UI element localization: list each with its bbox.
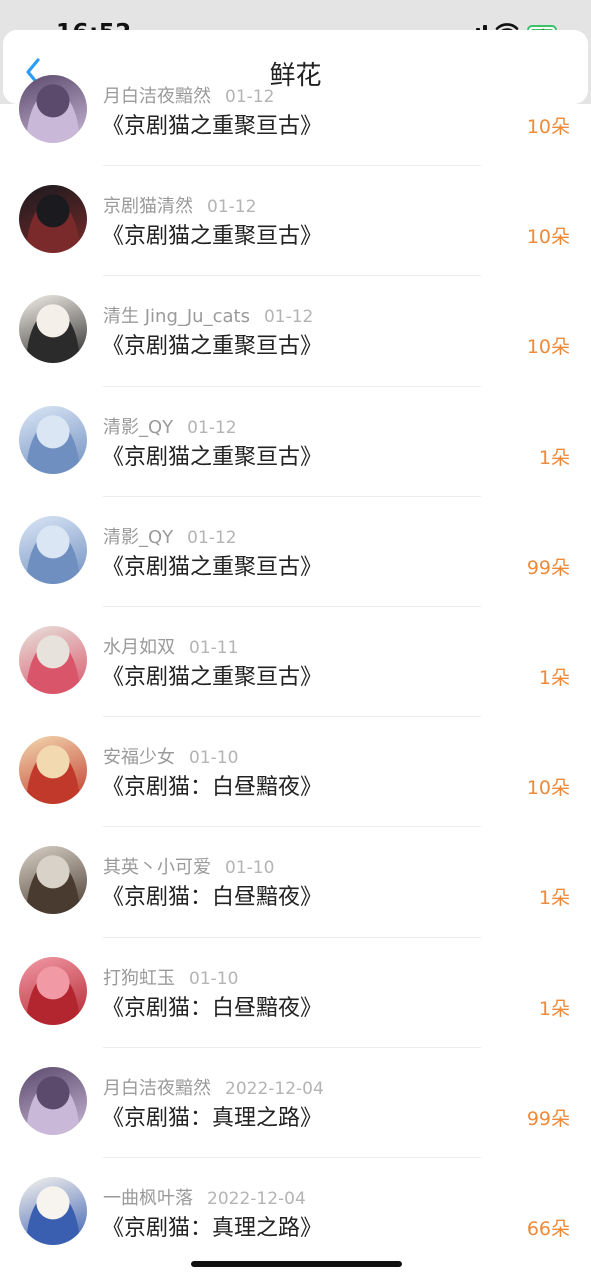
- gift-meta: 安福少女 01-10: [103, 743, 238, 769]
- gift-row[interactable]: 月白洁夜黯然 01-12 《京剧猫之重聚亘古》 10朵: [0, 75, 591, 165]
- flower-count: 10朵: [526, 226, 570, 249]
- gift-date: 2022-12-04: [225, 1078, 324, 1099]
- user-avatar[interactable]: [19, 1066, 87, 1135]
- gift-row[interactable]: 清影_QY 01-12 《京剧猫之重聚亘古》 99朵: [0, 495, 591, 606]
- sender-name[interactable]: 打狗虹玉: [103, 968, 175, 989]
- gift-date: 01-12: [263, 307, 314, 328]
- user-avatar[interactable]: [19, 1177, 87, 1245]
- flower-count: 10朵: [526, 116, 570, 138]
- user-avatar[interactable]: [19, 75, 87, 143]
- gift-row[interactable]: 安福少女 01-10 《京剧猫：白昼黯夜》 10朵: [0, 716, 591, 826]
- gift-date: 01-10: [189, 968, 239, 989]
- flower-count: 99朵: [526, 556, 570, 579]
- gift-date: 01-12: [187, 527, 237, 548]
- user-avatar[interactable]: [19, 736, 87, 805]
- sender-name[interactable]: 一曲枫叶落: [103, 1188, 193, 1209]
- show-title: 《京剧猫：白昼黯夜》: [102, 885, 323, 911]
- gift-date: 01-10: [225, 858, 275, 879]
- flower-count: 1朵: [538, 446, 570, 469]
- gift-row[interactable]: 水月如双 01-11 《京剧猫之重聚亘古》 1朵: [0, 606, 591, 716]
- gift-meta: 清影_QY 01-12: [103, 413, 237, 439]
- flower-count: 10朵: [526, 336, 570, 359]
- gift-row[interactable]: 清影_QY 01-12 《京剧猫之重聚亘古》 1朵: [0, 385, 591, 496]
- gift-meta: 水月如双 01-11: [103, 633, 238, 659]
- gift-meta: 一曲枫叶落 2022-12-04: [103, 1184, 306, 1210]
- gift-date: 01-12: [207, 197, 257, 218]
- row-divider: [103, 826, 481, 828]
- sender-name[interactable]: 水月如双: [103, 637, 175, 658]
- gift-date: 01-10: [189, 748, 239, 769]
- gift-row[interactable]: 其英丶小可爱 01-10 《京剧猫：白昼黯夜》 1朵: [0, 826, 591, 936]
- sender-name[interactable]: 其英丶小可爱: [103, 857, 211, 878]
- row-divider: [103, 1157, 481, 1158]
- gift-meta: 其英丶小可爱 01-10: [103, 853, 274, 879]
- user-avatar[interactable]: [19, 846, 87, 915]
- row-divider: [103, 606, 481, 607]
- show-title: 《京剧猫之重聚亘古》: [102, 114, 323, 139]
- gift-date: 01-12: [187, 417, 237, 438]
- gift-meta: 清生 Jing_Ju_cats 01-12: [103, 302, 313, 328]
- row-divider: [103, 936, 481, 938]
- sender-name[interactable]: 清影_QY: [103, 527, 173, 548]
- row-divider: [103, 275, 481, 277]
- row-divider: [103, 385, 481, 387]
- gift-meta: 月白洁夜黯然 2022-12-04: [103, 1074, 324, 1100]
- user-avatar[interactable]: [19, 956, 87, 1025]
- row-divider: [103, 495, 481, 497]
- show-title: 《京剧猫之重聚亘古》: [102, 665, 323, 690]
- gift-meta: 清影_QY 01-12: [103, 523, 237, 549]
- show-title: 《京剧猫：白昼黯夜》: [102, 775, 323, 801]
- show-title: 《京剧猫：真理之路》: [102, 1216, 323, 1241]
- gift-row[interactable]: 清生 Jing_Ju_cats 01-12 《京剧猫之重聚亘古》 10朵: [0, 275, 591, 385]
- user-avatar[interactable]: [19, 515, 87, 584]
- sender-name[interactable]: 清影_QY: [103, 417, 173, 438]
- home-indicator: [191, 1261, 402, 1267]
- sender-name[interactable]: 月白洁夜黯然: [103, 1078, 211, 1099]
- user-avatar[interactable]: [19, 185, 87, 254]
- sender-name[interactable]: 月白洁夜黯然: [103, 86, 211, 107]
- flower-count: 10朵: [526, 777, 570, 800]
- sender-name[interactable]: 安福少女: [103, 747, 175, 768]
- sender-name[interactable]: 清生 Jing_Ju_cats: [103, 306, 250, 327]
- gift-date: 01-11: [189, 638, 239, 658]
- sender-name[interactable]: 京剧猫清然: [103, 196, 193, 217]
- row-divider: [103, 1046, 481, 1048]
- flower-gift-list: 月白洁夜黯然 01-12 《京剧猫之重聚亘古》 10朵 京剧猫清然 01-12 《京剧猫之重…: [0, 75, 591, 1280]
- show-title: 《京剧猫之重聚亘古》: [102, 334, 323, 360]
- gift-meta: 打狗虹玉 01-10: [103, 964, 238, 990]
- user-avatar[interactable]: [19, 295, 87, 364]
- flower-count: 1朵: [538, 997, 570, 1020]
- gift-meta: 京剧猫清然 01-12: [103, 192, 256, 218]
- gift-date: 2022-12-04: [207, 1189, 306, 1209]
- flower-count: 66朵: [526, 1218, 570, 1240]
- show-title: 《京剧猫之重聚亘古》: [102, 444, 323, 470]
- show-title: 《京剧猫：真理之路》: [102, 1105, 323, 1131]
- show-title: 《京剧猫之重聚亘古》: [102, 554, 323, 580]
- user-avatar[interactable]: [19, 405, 87, 474]
- flower-count: 1朵: [538, 887, 570, 910]
- gift-row[interactable]: 一曲枫叶落 2022-12-04 《京剧猫：真理之路》 66朵: [0, 1157, 591, 1267]
- show-title: 《京剧猫之重聚亘古》: [102, 224, 323, 250]
- row-divider: [103, 165, 481, 167]
- user-avatar[interactable]: [19, 626, 87, 694]
- gift-meta: 月白洁夜黯然 01-12: [103, 82, 274, 108]
- row-divider: [103, 716, 481, 718]
- flower-count: 1朵: [538, 667, 570, 689]
- gift-row[interactable]: 月白洁夜黯然 2022-12-04 《京剧猫：真理之路》 99朵: [0, 1046, 591, 1157]
- flower-count: 99朵: [526, 1107, 570, 1130]
- gift-date: 01-12: [225, 87, 275, 107]
- show-title: 《京剧猫：白昼黯夜》: [102, 995, 323, 1021]
- gift-row[interactable]: 打狗虹玉 01-10 《京剧猫：白昼黯夜》 1朵: [0, 936, 591, 1047]
- gift-row[interactable]: 京剧猫清然 01-12 《京剧猫之重聚亘古》 10朵: [0, 165, 591, 275]
